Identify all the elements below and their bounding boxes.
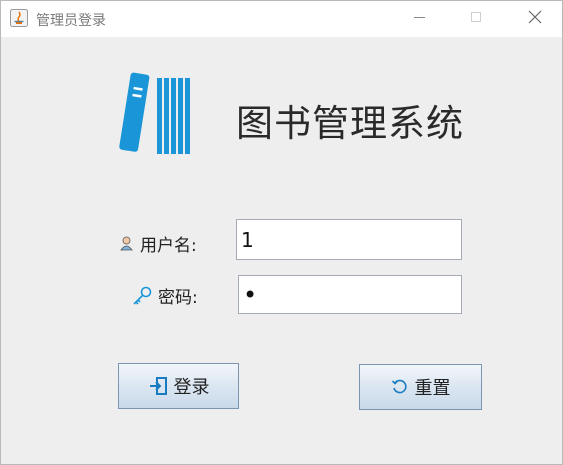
user-icon (120, 236, 133, 251)
close-icon (528, 10, 542, 24)
login-button[interactable]: 登录 (118, 363, 239, 409)
maximize-button[interactable] (449, 1, 503, 33)
login-window: 管理员登录 图书管理系统 用户名: 1 密码: • 登录 重置 (0, 0, 563, 465)
login-icon (149, 377, 167, 395)
minimize-button[interactable] (392, 1, 446, 33)
app-title: 图书管理系统 (236, 102, 464, 145)
java-app-icon (10, 9, 28, 27)
reset-button[interactable]: 重置 (359, 364, 482, 410)
password-input[interactable]: • (238, 275, 462, 314)
password-label: 密码: (158, 288, 198, 308)
reset-button-label: 重置 (414, 378, 451, 399)
username-label: 用户名: (140, 236, 197, 256)
window-title: 管理员登录 (36, 13, 106, 29)
username-label-group: 用户名: (118, 231, 197, 256)
minimize-icon (413, 16, 425, 18)
books-icon (119, 72, 190, 154)
maximize-icon (471, 12, 481, 22)
key-icon (133, 286, 152, 305)
login-button-label: 登录 (173, 377, 210, 398)
title-bar: 管理员登录 (1, 1, 562, 37)
username-input[interactable]: 1 (236, 219, 462, 260)
reset-icon (391, 379, 407, 394)
close-button[interactable] (508, 1, 562, 33)
password-label-group: 密码: (131, 283, 198, 308)
